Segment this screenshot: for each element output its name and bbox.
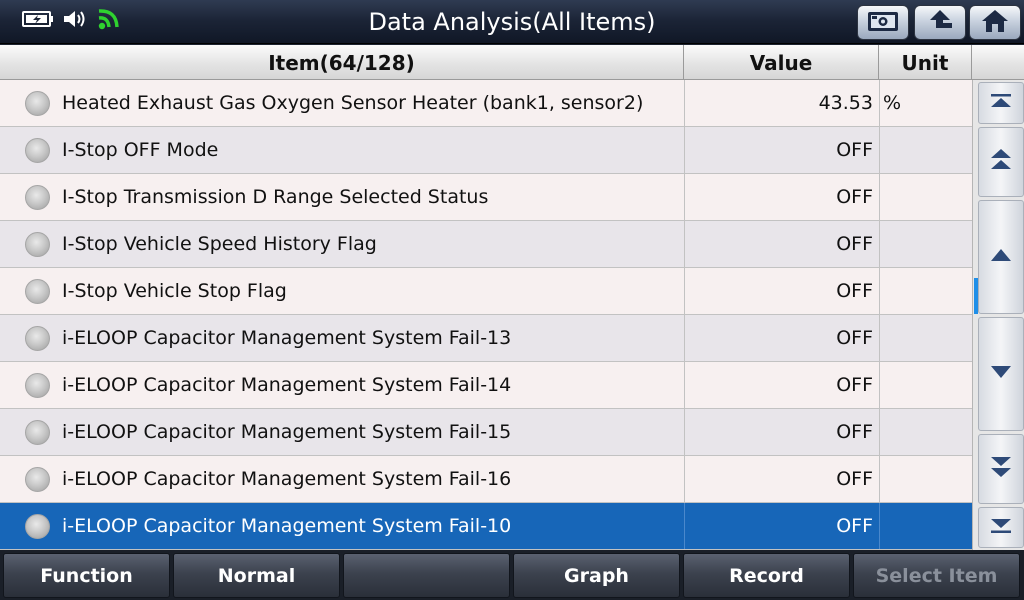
row-radio-icon[interactable]	[25, 185, 50, 210]
item-name: i-ELOOP Capacitor Management System Fail…	[62, 515, 512, 537]
bottom-toolbar: Function Normal Graph Record Select Item	[0, 550, 1024, 600]
normal-button[interactable]: Normal	[173, 553, 340, 598]
item-value: OFF	[684, 456, 879, 502]
double-chevron-down-icon	[989, 454, 1013, 484]
table-row[interactable]: I-Stop Vehicle Stop Flag OFF	[0, 268, 972, 315]
return-arrow-icon	[925, 8, 955, 38]
data-list: Heated Exhaust Gas Oxygen Sensor Heater …	[0, 80, 972, 550]
table-row[interactable]: i-ELOOP Capacitor Management System Fail…	[0, 315, 972, 362]
item-value: 43.53	[684, 80, 879, 126]
table-row[interactable]: I-Stop Transmission D Range Selected Sta…	[0, 174, 972, 221]
item-value: OFF	[684, 127, 879, 173]
row-radio-icon[interactable]	[25, 326, 50, 351]
column-header-unit[interactable]: Unit	[879, 45, 972, 80]
home-icon	[980, 8, 1010, 38]
item-unit: %	[879, 80, 972, 126]
item-unit	[879, 456, 972, 502]
back-button[interactable]	[914, 5, 966, 40]
item-unit	[879, 221, 972, 267]
item-name: I-Stop Vehicle Stop Flag	[62, 280, 287, 302]
item-value: OFF	[684, 268, 879, 314]
empty-button[interactable]	[343, 553, 510, 598]
item-name: I-Stop OFF Mode	[62, 139, 219, 161]
graph-button[interactable]: Graph	[513, 553, 680, 598]
item-name: i-ELOOP Capacitor Management System Fail…	[62, 421, 512, 443]
table-row[interactable]: i-ELOOP Capacitor Management System Fail…	[0, 362, 972, 409]
item-unit	[879, 503, 972, 549]
item-unit	[879, 315, 972, 361]
column-header-value[interactable]: Value	[684, 45, 879, 80]
item-unit	[879, 174, 972, 220]
page-down-button[interactable]	[978, 434, 1024, 504]
item-value: OFF	[684, 221, 879, 267]
record-button[interactable]: Record	[683, 553, 850, 598]
scroll-panel	[972, 80, 1024, 550]
scroll-bottom-icon	[989, 517, 1013, 539]
page-up-button[interactable]	[978, 127, 1024, 197]
table-row[interactable]: I-Stop OFF Mode OFF	[0, 127, 972, 174]
chevron-up-icon	[989, 247, 1013, 267]
scroll-up-button[interactable]	[978, 200, 1024, 314]
item-name: Heated Exhaust Gas Oxygen Sensor Heater …	[62, 92, 644, 114]
item-unit	[879, 127, 972, 173]
item-name: I-Stop Transmission D Range Selected Sta…	[62, 186, 489, 208]
scroll-top-icon	[989, 92, 1013, 114]
function-button[interactable]: Function	[3, 553, 170, 598]
select-item-button[interactable]: Select Item	[853, 553, 1020, 598]
row-radio-icon[interactable]	[25, 91, 50, 116]
scroll-to-top-button[interactable]	[978, 82, 1024, 124]
item-name: i-ELOOP Capacitor Management System Fail…	[62, 327, 512, 349]
screenshot-button[interactable]	[857, 5, 909, 40]
item-value: OFF	[684, 503, 879, 549]
item-unit	[879, 409, 972, 455]
table-row[interactable]: I-Stop Vehicle Speed History Flag OFF	[0, 221, 972, 268]
scroll-to-bottom-button[interactable]	[978, 507, 1024, 548]
camera-icon	[866, 9, 900, 37]
item-unit	[879, 362, 972, 408]
item-unit	[879, 268, 972, 314]
double-chevron-up-icon	[989, 147, 1013, 177]
table-row[interactable]: i-ELOOP Capacitor Management System Fail…	[0, 409, 972, 456]
row-radio-icon[interactable]	[25, 514, 50, 539]
row-radio-icon[interactable]	[25, 138, 50, 163]
item-value: OFF	[684, 409, 879, 455]
table-header: Item(64/128) Value Unit	[0, 45, 1024, 80]
column-header-item[interactable]: Item(64/128)	[0, 45, 684, 80]
item-name: i-ELOOP Capacitor Management System Fail…	[62, 374, 512, 396]
table-row-selected[interactable]: i-ELOOP Capacitor Management System Fail…	[0, 503, 972, 550]
chevron-down-icon	[989, 364, 1013, 384]
row-radio-icon[interactable]	[25, 232, 50, 257]
item-name: i-ELOOP Capacitor Management System Fail…	[62, 468, 512, 490]
item-value: OFF	[684, 315, 879, 361]
table-row[interactable]: Heated Exhaust Gas Oxygen Sensor Heater …	[0, 80, 972, 127]
item-value: OFF	[684, 174, 879, 220]
row-radio-icon[interactable]	[25, 373, 50, 398]
scroll-down-button[interactable]	[978, 317, 1024, 431]
row-radio-icon[interactable]	[25, 467, 50, 492]
column-header-spacer	[972, 45, 1024, 80]
item-name: I-Stop Vehicle Speed History Flag	[62, 233, 377, 255]
row-radio-icon[interactable]	[25, 420, 50, 445]
item-value: OFF	[684, 362, 879, 408]
row-radio-icon[interactable]	[25, 279, 50, 304]
home-button[interactable]	[969, 5, 1021, 40]
title-bar: Data Analysis(All Items)	[0, 0, 1024, 44]
table-row[interactable]: i-ELOOP Capacitor Management System Fail…	[0, 456, 972, 503]
